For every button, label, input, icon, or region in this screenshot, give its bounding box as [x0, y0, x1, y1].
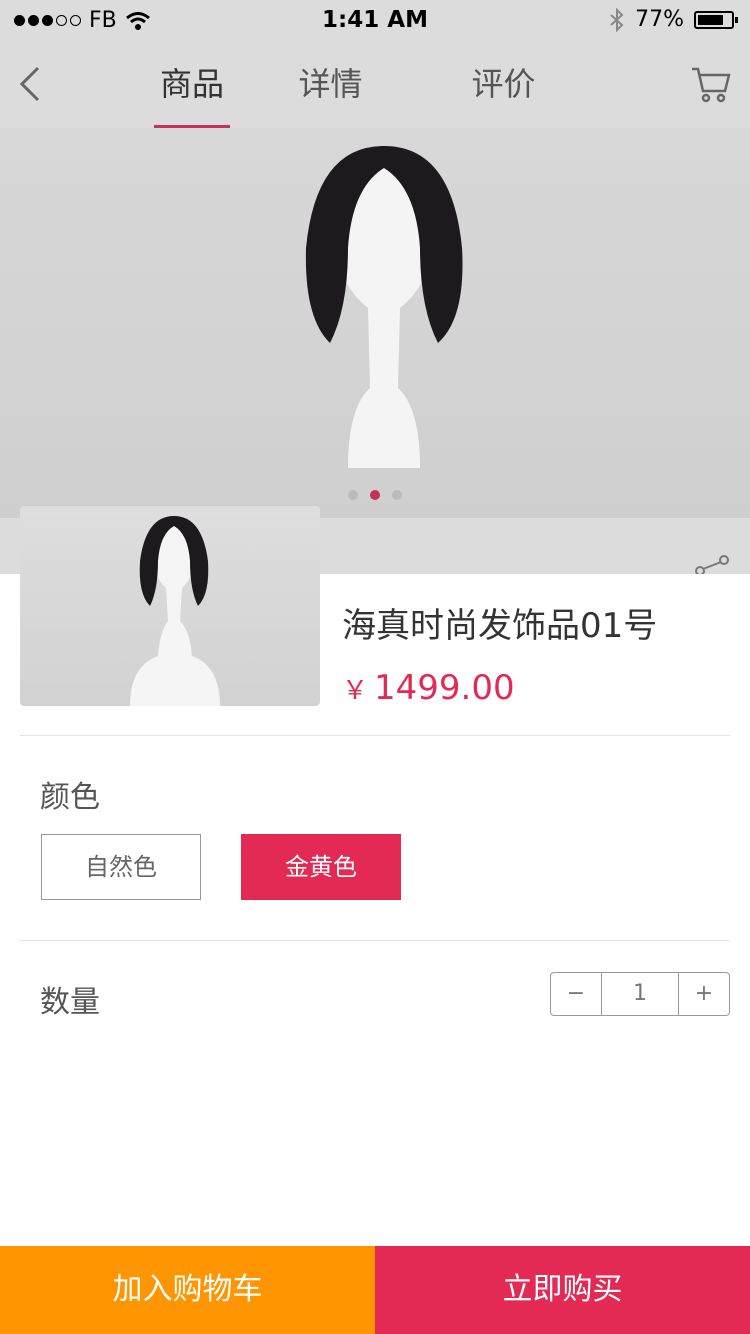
action-bar: 加入购物车 立即购买: [0, 1246, 750, 1334]
color-option-golden[interactable]: 金黄色: [241, 834, 401, 900]
carousel-dot-active: [370, 490, 380, 500]
quantity-stepper: − 1 +: [550, 972, 730, 1016]
cart-icon[interactable]: [690, 64, 732, 104]
quantity-minus-button[interactable]: −: [551, 973, 601, 1015]
tab-details[interactable]: 详情: [244, 60, 417, 128]
tab-reviews[interactable]: 评价: [417, 60, 590, 128]
product-image-carousel[interactable]: [0, 128, 750, 518]
add-to-cart-button[interactable]: 加入购物车: [0, 1246, 375, 1334]
nav-tabs: 商品 详情 评价: [140, 60, 590, 128]
divider: [20, 735, 730, 736]
battery-icon: [694, 10, 738, 29]
quantity-plus-button[interactable]: +: [679, 973, 729, 1015]
nav-bar: 商品 详情 评价: [0, 42, 750, 128]
color-label: 颜色: [40, 780, 100, 815]
sku-thumbnail: [20, 506, 320, 706]
product-name: 海真时尚发饰品01号: [342, 606, 658, 646]
currency-symbol: ￥: [342, 676, 369, 706]
buy-now-button[interactable]: 立即购买: [375, 1246, 750, 1334]
quantity-value[interactable]: 1: [601, 973, 679, 1015]
share-icon: [695, 555, 729, 574]
battery-percent: 77%: [635, 7, 684, 32]
bluetooth-icon: [610, 7, 624, 32]
battery-fill: [698, 14, 723, 25]
product-photo: [305, 146, 463, 468]
thumbnail-photo: [130, 516, 220, 706]
product-price: ￥ 1499.00: [342, 668, 515, 708]
carousel-dot: [392, 490, 402, 500]
background-page: FB 1:41 AM 77% 商品 详情 评价: [0, 0, 750, 574]
carousel-dot: [348, 490, 358, 500]
carousel-dots: [0, 490, 750, 500]
back-icon[interactable]: [16, 64, 46, 104]
price-value: 1499.00: [374, 668, 515, 708]
status-bar: FB 1:41 AM 77%: [0, 0, 750, 42]
color-option-natural[interactable]: 自然色: [41, 834, 201, 900]
divider: [20, 940, 730, 941]
tab-product[interactable]: 商品: [140, 60, 244, 128]
quantity-label: 数量: [40, 985, 100, 1020]
